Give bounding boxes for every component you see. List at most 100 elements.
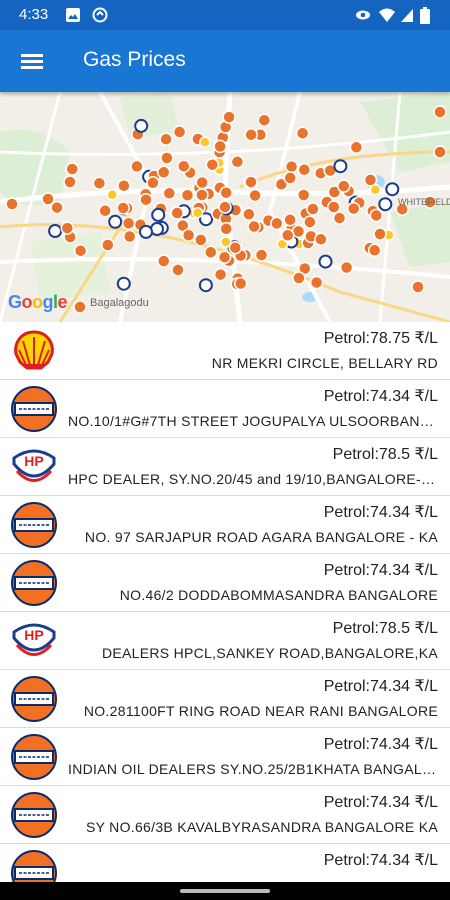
indian-oil-map-marker[interactable] bbox=[5, 197, 19, 211]
indian-oil-map-marker[interactable] bbox=[244, 128, 258, 142]
station-list-item[interactable]: Petrol:74.34 ₹/L NO.281100FT RING ROAD NE… bbox=[0, 670, 450, 728]
station-list-item[interactable]: HP Petrol:78.5 ₹/L DEALERS HPCL,SANKEY ROA… bbox=[0, 612, 450, 670]
indian-oil-map-marker[interactable] bbox=[230, 155, 245, 169]
indian-oil-map-marker[interactable] bbox=[257, 113, 272, 127]
indian-oil-map-marker[interactable] bbox=[337, 179, 351, 193]
indian-oil-map-marker[interactable] bbox=[219, 185, 233, 200]
indian-oil-map-marker[interactable] bbox=[171, 263, 185, 277]
indian-oil-map-marker[interactable] bbox=[160, 151, 174, 165]
indian-oil-map-marker[interactable] bbox=[98, 204, 112, 218]
indian-oil-map-marker[interactable] bbox=[194, 233, 208, 247]
indian-oil-map-marker[interactable] bbox=[177, 159, 191, 173]
indian-oil-map-marker[interactable] bbox=[233, 276, 248, 291]
station-list[interactable]: Petrol:78.75 ₹/L NR MEKRI CIRCLE, BELLARY… bbox=[0, 322, 450, 882]
indian-oil-map-marker[interactable] bbox=[117, 178, 131, 193]
hp-map-marker[interactable] bbox=[48, 224, 63, 238]
indian-oil-map-marker[interactable] bbox=[284, 159, 299, 174]
indian-oil-map-marker[interactable] bbox=[116, 201, 130, 215]
indian-oil-map-marker[interactable] bbox=[65, 162, 79, 176]
indian-oil-map-marker[interactable] bbox=[247, 219, 261, 234]
station-list-item[interactable]: Petrol:74.34 ₹/L NO. 97 SARJAPUR ROAD AGA… bbox=[0, 496, 450, 554]
indian-oil-map-marker[interactable] bbox=[295, 126, 310, 141]
indian-oil-map-marker[interactable] bbox=[283, 171, 297, 185]
indian-oil-map-marker[interactable] bbox=[157, 254, 171, 268]
hp-map-marker[interactable] bbox=[151, 207, 166, 222]
indian-oil-map-marker[interactable] bbox=[204, 245, 218, 259]
hp-map-marker[interactable] bbox=[318, 254, 333, 269]
indian-oil-map-marker[interactable] bbox=[156, 165, 171, 180]
indian-oil-map-marker[interactable] bbox=[306, 202, 320, 216]
indian-oil-map-marker[interactable] bbox=[139, 192, 153, 207]
indian-oil-map-marker[interactable] bbox=[205, 157, 220, 172]
indian-oil-map-marker[interactable] bbox=[130, 159, 144, 174]
indian-oil-map-marker[interactable] bbox=[219, 222, 233, 236]
indian-oil-map-marker[interactable] bbox=[73, 300, 87, 314]
station-list-item[interactable]: Petrol:78.75 ₹/L NR MEKRI CIRCLE, BELLARY… bbox=[0, 322, 450, 380]
station-list-item[interactable]: Petrol:74.34 ₹/L INDIAN OIL DEALERS SY.NO… bbox=[0, 728, 450, 786]
indian-oil-map-marker[interactable] bbox=[367, 243, 382, 257]
indian-oil-map-marker[interactable] bbox=[373, 227, 387, 241]
indian-oil-map-marker[interactable] bbox=[92, 176, 107, 190]
gesture-handle[interactable] bbox=[180, 889, 270, 893]
indian-oil-map-marker[interactable] bbox=[73, 243, 88, 258]
indian-oil-map-marker[interactable] bbox=[296, 188, 311, 202]
indian-oil-map-marker[interactable] bbox=[146, 176, 160, 190]
indian-oil-map-marker[interactable] bbox=[433, 105, 447, 119]
indian-oil-map-marker[interactable] bbox=[242, 207, 256, 221]
hp-map-marker[interactable] bbox=[385, 182, 400, 197]
hp-map-marker[interactable] bbox=[108, 214, 123, 229]
hp-map-marker[interactable] bbox=[198, 278, 213, 293]
indian-oil-map-marker[interactable] bbox=[195, 175, 209, 190]
hp-map-marker[interactable] bbox=[139, 224, 153, 239]
indian-oil-map-marker[interactable] bbox=[172, 125, 187, 139]
indian-oil-map-marker[interactable] bbox=[244, 175, 258, 189]
hp-map-marker[interactable] bbox=[116, 276, 131, 291]
shell-map-marker[interactable] bbox=[106, 188, 119, 201]
station-list-item[interactable]: Petrol:74.34 ₹/L bbox=[0, 844, 450, 882]
indian-oil-map-marker[interactable] bbox=[280, 228, 295, 243]
station-list-item[interactable]: Petrol:74.34 ₹/L NO.10/1#G#7TH STREET JOG… bbox=[0, 380, 450, 438]
shell-map-marker[interactable] bbox=[199, 136, 211, 149]
indian-oil-map-marker[interactable] bbox=[332, 211, 347, 225]
indian-oil-map-marker[interactable] bbox=[346, 201, 361, 216]
indian-oil-map-marker[interactable] bbox=[369, 208, 384, 223]
indian-oil-map-marker[interactable] bbox=[433, 145, 447, 159]
indian-oil-map-marker[interactable] bbox=[213, 139, 227, 154]
indian-oil-map-marker[interactable] bbox=[303, 215, 317, 229]
indian-oil-map-marker[interactable] bbox=[297, 162, 312, 177]
hp-map-marker[interactable] bbox=[378, 197, 393, 212]
hp-map-marker[interactable] bbox=[333, 159, 348, 174]
station-map[interactable]: Whitefield Bagalagodu Google bbox=[0, 92, 450, 322]
indian-oil-map-marker[interactable] bbox=[292, 271, 306, 285]
indian-oil-map-marker[interactable] bbox=[63, 175, 77, 189]
indian-oil-map-marker[interactable] bbox=[248, 188, 262, 203]
indian-oil-map-marker[interactable] bbox=[195, 188, 209, 202]
indian-oil-map-marker[interactable] bbox=[222, 110, 236, 124]
indian-oil-map-marker[interactable] bbox=[314, 232, 328, 247]
indian-oil-map-marker[interactable] bbox=[217, 250, 232, 264]
station-list-item[interactable]: HP Petrol:78.5 ₹/L HPC DEALER, SY.NO.20/45… bbox=[0, 438, 450, 496]
map-canvas[interactable] bbox=[0, 92, 450, 322]
indian-oil-map-marker[interactable] bbox=[41, 192, 55, 206]
indian-oil-map-marker[interactable] bbox=[122, 229, 137, 244]
station-list-item[interactable]: Petrol:74.34 ₹/L SY NO.66/3B KAVALBYRASAN… bbox=[0, 786, 450, 844]
indian-oil-map-marker[interactable] bbox=[411, 280, 425, 294]
indian-oil-map-marker[interactable] bbox=[180, 188, 195, 202]
indian-oil-map-marker[interactable] bbox=[339, 260, 354, 275]
hamburger-menu-icon[interactable] bbox=[14, 45, 50, 77]
shell-map-marker[interactable] bbox=[369, 184, 382, 196]
station-list-item[interactable]: Petrol:74.34 ₹/L NO.46/2 DODDABOMMASANDRA… bbox=[0, 554, 450, 612]
indian-oil-map-marker[interactable] bbox=[213, 267, 228, 282]
indian-oil-map-marker[interactable] bbox=[162, 186, 177, 201]
shell-map-marker[interactable] bbox=[191, 206, 204, 219]
indian-oil-map-marker[interactable] bbox=[309, 275, 324, 290]
indian-oil-map-marker[interactable] bbox=[121, 216, 136, 231]
indian-oil-map-marker[interactable] bbox=[349, 140, 364, 155]
indian-oil-map-marker[interactable] bbox=[170, 206, 184, 220]
indian-oil-map-marker[interactable] bbox=[101, 238, 115, 252]
indian-oil-map-marker[interactable] bbox=[270, 216, 284, 231]
indian-oil-map-marker[interactable] bbox=[327, 200, 341, 214]
indian-oil-map-marker[interactable] bbox=[181, 228, 196, 242]
shell-map-marker[interactable] bbox=[220, 236, 232, 248]
indian-oil-map-marker[interactable] bbox=[254, 248, 269, 262]
